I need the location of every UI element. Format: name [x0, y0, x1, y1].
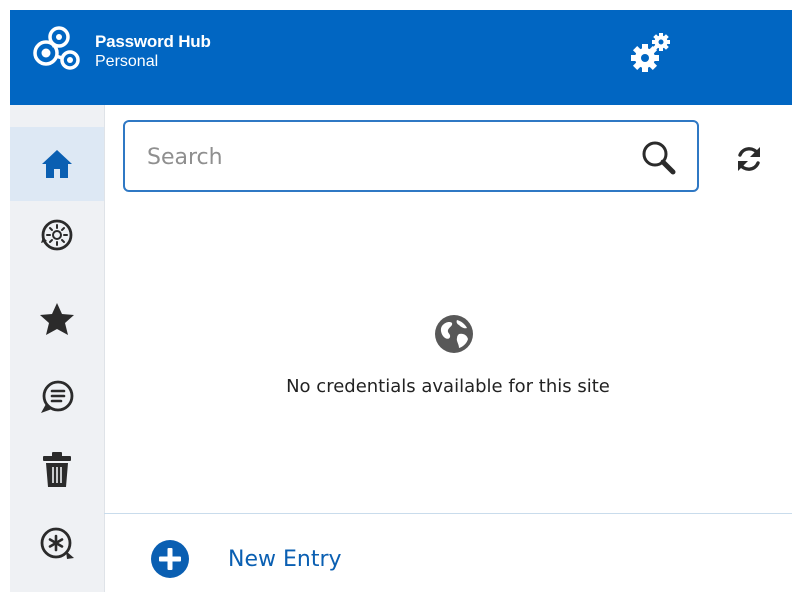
sidebar [10, 105, 105, 592]
star-icon [40, 303, 74, 335]
sidebar-item-favorites[interactable] [10, 285, 104, 353]
footer-divider [104, 513, 792, 514]
app-subtitle: Personal [95, 53, 159, 70]
refresh-icon[interactable] [732, 142, 766, 176]
password-hub-logo [33, 26, 80, 70]
globe-icon [435, 315, 473, 353]
sidebar-item-messages[interactable] [10, 361, 104, 433]
search-box [123, 120, 699, 192]
trash-icon [43, 452, 71, 487]
search-input[interactable] [145, 138, 619, 176]
empty-state-message: No credentials available for this site [286, 376, 610, 397]
new-entry-label: New Entry [228, 546, 342, 572]
gears-icon[interactable] [626, 31, 674, 75]
plus-circle-icon [151, 540, 189, 578]
app-header: Password Hub Personal [10, 10, 792, 105]
sidebar-item-generator[interactable] [10, 201, 104, 269]
sidebar-item-passwords[interactable] [10, 509, 104, 579]
new-entry-button[interactable]: New Entry [150, 537, 342, 581]
home-icon [42, 150, 72, 178]
app-window: Password Hub Personal Search No credenti… [10, 10, 792, 592]
app-title: Password Hub [95, 32, 211, 51]
password-icon [40, 527, 74, 559]
sidebar-item-home[interactable] [10, 127, 104, 201]
chat-icon [41, 380, 74, 413]
generator-icon [41, 219, 73, 251]
sidebar-item-trash[interactable] [10, 435, 104, 505]
search-icon[interactable] [639, 138, 679, 178]
